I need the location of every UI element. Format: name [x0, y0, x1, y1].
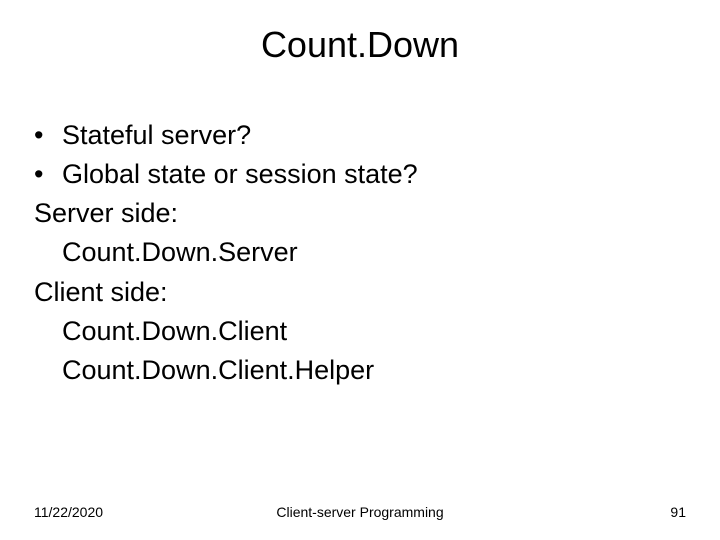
body-line: Count.Down.Client.Helper — [34, 351, 686, 390]
bullet-dot-icon: • — [34, 155, 62, 194]
slide-body: • Stateful server? • Global state or ses… — [34, 116, 686, 390]
body-line: Count.Down.Client — [34, 312, 686, 351]
bullet-text: Global state or session state? — [62, 155, 418, 194]
bullet-item: • Global state or session state? — [34, 155, 686, 194]
bullet-dot-icon: • — [34, 116, 62, 155]
body-line: Count.Down.Server — [34, 233, 686, 272]
bullet-text: Stateful server? — [62, 116, 251, 155]
slide-title: Count.Down — [0, 24, 720, 66]
slide: Count.Down • Stateful server? • Global s… — [0, 0, 720, 540]
bullet-item: • Stateful server? — [34, 116, 686, 155]
body-line: Client side: — [34, 273, 686, 312]
body-line: Server side: — [34, 194, 686, 233]
footer-title: Client-server Programming — [34, 504, 686, 520]
footer-page-number: 91 — [670, 504, 686, 520]
